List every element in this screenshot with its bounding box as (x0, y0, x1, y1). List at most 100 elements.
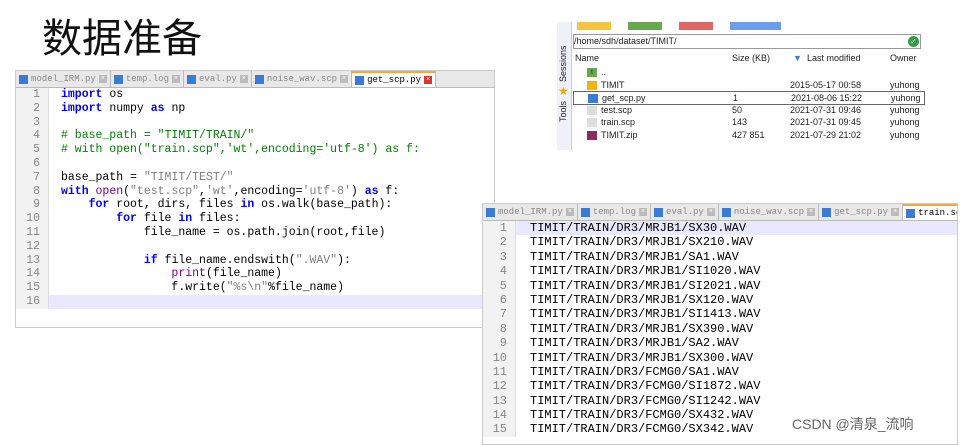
path-input[interactable]: /home/sdh/dataset/TIMIT/ (573, 34, 921, 49)
file-line[interactable]: 1 TIMIT/TRAIN/DR3/MRJB1/SX30.WAV (483, 221, 957, 236)
file-owner: yuhong (890, 117, 920, 127)
line-text: TIMIT/TRAIN/DR3/MRJB1/SI2021.WAV (530, 278, 761, 293)
watermark: CSDN @清泉_流响 (792, 414, 914, 434)
file-line[interactable]: 2 TIMIT/TRAIN/DR3/MRJB1/SX210.WAV (483, 235, 957, 250)
tab-eval-py[interactable]: eval.py × (651, 204, 719, 220)
file-modified: 2021-07-31 09:45 (790, 117, 862, 127)
close-icon[interactable]: × (340, 75, 349, 83)
close-icon[interactable]: × (891, 208, 900, 216)
line-text: TIMIT/TRAIN/DR3/MRJB1/SA1.WAV (530, 249, 739, 264)
line-number: 1 (483, 221, 516, 236)
code-line[interactable]: 15 f.write("%s\n"%file_name) (16, 281, 494, 295)
code-line[interactable]: 9 for root, dirs, files in os.walk(base_… (16, 198, 494, 213)
file-row[interactable]: test.scp 50 2021-07-31 09:46 yuhong (573, 104, 923, 116)
code-line[interactable]: 6 (16, 156, 494, 171)
code-line[interactable]: 14 print(file_name) (16, 267, 494, 282)
file-line[interactable]: 9 TIMIT/TRAIN/DR3/MRJB1/SA2.WAV (483, 336, 957, 351)
ok-check-icon[interactable]: ✓ (908, 36, 919, 47)
close-icon[interactable]: × (639, 208, 648, 216)
file-line[interactable]: 11 TIMIT/TRAIN/DR3/FCMG0/SA1.WAV (483, 364, 957, 380)
file-modified: 2015-05-17 00:58 (790, 79, 862, 90)
line-number: 12 (16, 239, 49, 254)
file-row[interactable]: train.scp 143 2021-07-31 09:45 yuhong (573, 116, 923, 128)
file-line[interactable]: 5 TIMIT/TRAIN/DR3/MRJB1/SI2021.WAV (483, 278, 957, 293)
line-number: 7 (483, 307, 516, 322)
code-editor-get-scp[interactable]: model_IRM.py × temp.log × eval.py × noise_wav.… (15, 70, 495, 328)
tab-label: eval.py (199, 74, 237, 84)
close-icon[interactable]: × (172, 75, 181, 83)
code-editor-train-scp[interactable]: model_IRM.py × temp.log × eval.py × noise_wav.… (482, 203, 958, 445)
editor-tabs: model_IRM.py × temp.log × eval.py × noise_wav.… (483, 204, 957, 221)
sessions-tab[interactable]: Sessions (558, 45, 568, 82)
code-text: print(file_name) (171, 267, 282, 281)
file-line[interactable]: 10 TIMIT/TRAIN/DR3/MRJB1/SX300.WAV (483, 350, 957, 365)
col-owner[interactable]: Owner (890, 52, 917, 64)
code-line[interactable]: 2 import numpy as np (16, 101, 494, 116)
col-modified[interactable]: Last modified (807, 52, 861, 64)
code-line[interactable]: 13 if file_name.endswith(".WAV"): (16, 253, 494, 268)
line-number: 13 (16, 253, 49, 268)
file-owner: yuhong (890, 129, 920, 140)
folder-icon (587, 80, 597, 90)
code-line[interactable]: 4 # base_path = "TIMIT/TRAIN/" (16, 129, 494, 144)
file-line[interactable]: 13 TIMIT/TRAIN/DR3/FCMG0/SI1242.WAV (483, 393, 957, 409)
tab-label: temp.log (125, 74, 170, 84)
tab-noise_wav-scp[interactable]: noise_wav.scp × (252, 71, 353, 87)
close-icon[interactable]: × (807, 208, 816, 216)
line-number: 4 (16, 129, 49, 144)
tab-get_scp-py[interactable]: get_scp.py × (352, 71, 437, 87)
code-line[interactable]: 1 import os (16, 88, 494, 102)
code-line[interactable]: 11 file_name = os.path.join(root,file) (16, 225, 494, 240)
code-line[interactable]: 12 (16, 239, 494, 254)
file-row[interactable]: TIMIT.zip 427 851 2021-07-29 21:02 yuhong (573, 129, 923, 141)
line-number: 6 (483, 292, 516, 308)
col-name[interactable]: Name (575, 52, 599, 64)
file-row[interactable]: t.. (573, 66, 923, 78)
file-size: 50 (732, 104, 743, 115)
tab-eval-py[interactable]: eval.py × (184, 71, 252, 87)
line-number: 5 (16, 143, 49, 157)
file-line[interactable]: 6 TIMIT/TRAIN/DR3/MRJB1/SX120.WAV (483, 292, 957, 308)
code-line[interactable]: 10 for file in files: (16, 212, 494, 226)
file-line[interactable]: 3 TIMIT/TRAIN/DR3/MRJB1/SA1.WAV (483, 249, 957, 265)
archive-icon (587, 130, 597, 140)
tab-model_IRM-py[interactable]: model_IRM.py × (16, 71, 111, 87)
close-icon[interactable]: × (424, 76, 433, 84)
close-icon[interactable]: × (98, 75, 107, 83)
code-text: # with open("train.scp",'wt',encoding='u… (61, 143, 420, 157)
code-line[interactable]: 5 # with open("train.scp",'wt',encoding='… (16, 143, 494, 157)
tools-tab[interactable]: Tools (558, 101, 568, 122)
column-headers: Name Size (KB) ▼ Last modified Owner (573, 52, 923, 64)
line-text: TIMIT/TRAIN/DR3/MRJB1/SI1413.WAV (530, 307, 761, 322)
line-number: 4 (483, 264, 516, 279)
editor-tabs: model_IRM.py × temp.log × eval.py × noise_wav.… (16, 71, 494, 88)
code-line[interactable]: 7 base_path = "TIMIT/TEST/" (16, 170, 494, 185)
file-manager: Sessions ★ Tools /home/sdh/dataset/TIMIT… (557, 22, 925, 150)
close-icon[interactable]: × (565, 208, 574, 216)
file-line[interactable]: 4 TIMIT/TRAIN/DR3/MRJB1/SI1020.WAV (483, 264, 957, 279)
line-text: TIMIT/TRAIN/DR3/FCMG0/SI1872.WAV (530, 379, 761, 394)
line-text: TIMIT/TRAIN/DR3/MRJB1/SX210.WAV (530, 235, 754, 250)
close-icon[interactable]: × (239, 75, 248, 83)
tab-noise_wav-scp[interactable]: noise_wav.scp × (719, 204, 820, 220)
line-text: TIMIT/TRAIN/DR3/MRJB1/SX120.WAV (530, 292, 754, 307)
code-line[interactable]: 16 (16, 294, 494, 309)
line-number: 15 (16, 281, 49, 295)
close-icon[interactable]: × (706, 208, 715, 216)
col-size[interactable]: Size (KB) (732, 52, 770, 64)
file-row[interactable]: TIMIT 2015-05-17 00:58 yuhong (573, 79, 923, 91)
code-text: for file in files: (116, 212, 241, 226)
tab-temp-log[interactable]: temp.log × (111, 71, 185, 87)
file-line[interactable]: 8 TIMIT/TRAIN/DR3/MRJB1/SX390.WAV (483, 321, 957, 337)
tab-model_IRM-py[interactable]: model_IRM.py × (483, 204, 578, 220)
code-line[interactable]: 3 (16, 115, 494, 130)
file-line[interactable]: 12 TIMIT/TRAIN/DR3/FCMG0/SI1872.WAV (483, 379, 957, 394)
file-line[interactable]: 7 TIMIT/TRAIN/DR3/MRJB1/SI1413.WAV (483, 307, 957, 322)
line-number: 1 (16, 88, 49, 102)
code-text: with open("test.scp",'wt',encoding='utf-… (61, 184, 400, 198)
tab-label: model_IRM.py (31, 74, 96, 84)
tab-temp-log[interactable]: temp.log × (578, 204, 652, 220)
code-line[interactable]: 8 with open("test.scp",'wt',encoding='utf… (16, 184, 494, 199)
tab-get_scp-py[interactable]: get_scp.py × (819, 204, 904, 220)
tab-train-scp[interactable]: train.scp× (903, 204, 957, 220)
